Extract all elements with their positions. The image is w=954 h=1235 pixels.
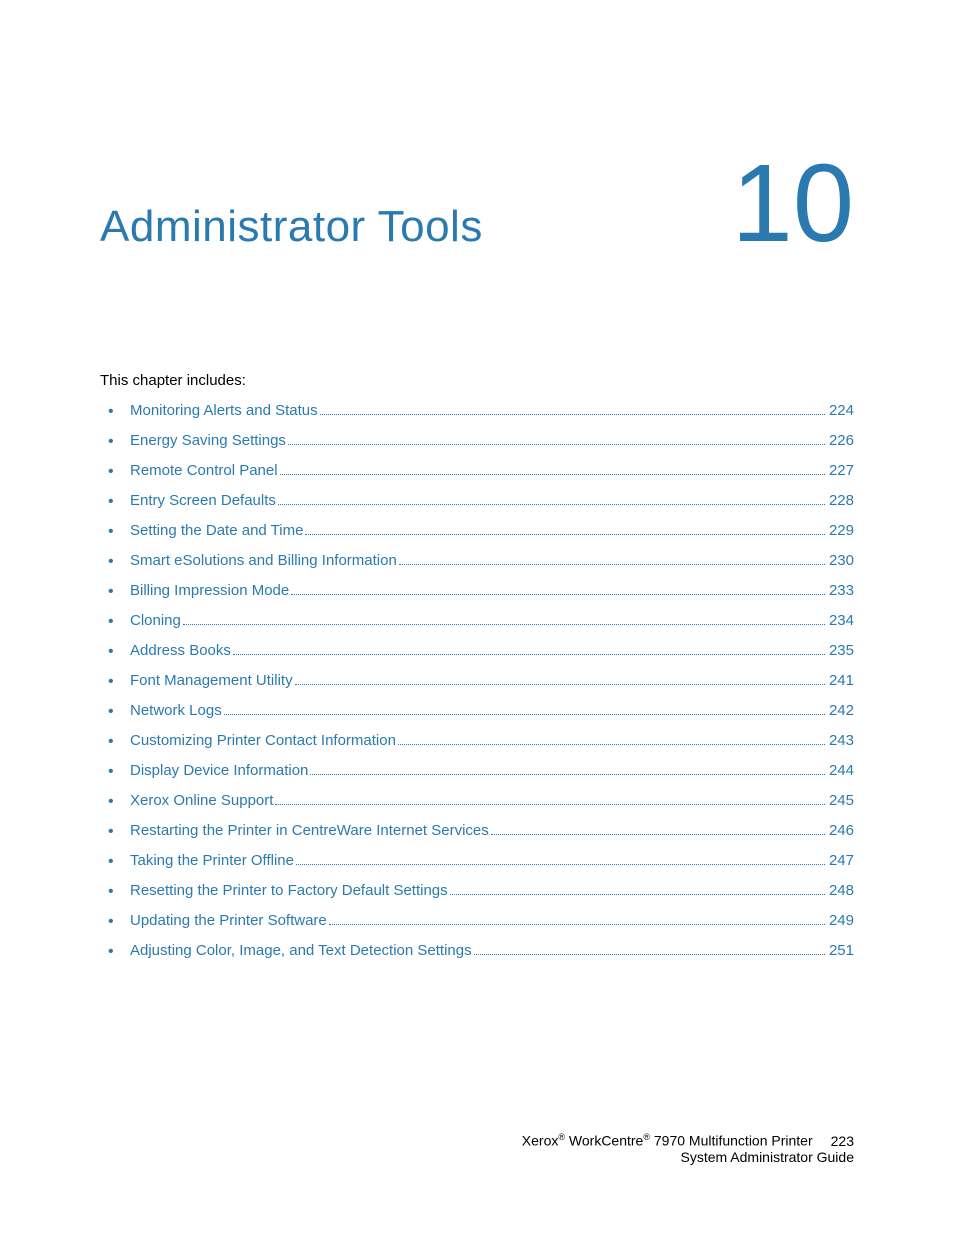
toc-page-number[interactable]: 244 [829, 759, 854, 783]
toc-leader [295, 684, 825, 685]
toc-link[interactable]: Adjusting Color, Image, and Text Detecti… [130, 939, 472, 963]
toc-item: Resetting the Printer to Factory Default… [100, 879, 854, 903]
toc-link[interactable]: Monitoring Alerts and Status [130, 399, 318, 423]
toc-leader [398, 744, 825, 745]
toc-page-number[interactable]: 230 [829, 549, 854, 573]
toc-link[interactable]: Xerox Online Support [130, 789, 273, 813]
toc-leader [329, 924, 825, 925]
toc-item: Xerox Online Support 245 [100, 789, 854, 813]
toc-item: Monitoring Alerts and Status 224 [100, 399, 854, 423]
toc-leader [320, 414, 825, 415]
toc-link[interactable]: Billing Impression Mode [130, 579, 289, 603]
toc-leader [288, 444, 825, 445]
toc-page-number[interactable]: 248 [829, 879, 854, 903]
toc-leader [233, 654, 825, 655]
toc-item: Restarting the Printer in CentreWare Int… [100, 819, 854, 843]
toc-item: Updating the Printer Software 249 [100, 909, 854, 933]
chapter-title: Administrator Tools [100, 202, 483, 252]
toc-item: Address Books 235 [100, 639, 854, 663]
toc-link[interactable]: Energy Saving Settings [130, 429, 286, 453]
toc-page-number[interactable]: 228 [829, 489, 854, 513]
toc-item: Network Logs 242 [100, 699, 854, 723]
toc-page-number[interactable]: 226 [829, 429, 854, 453]
toc-item: Adjusting Color, Image, and Text Detecti… [100, 939, 854, 963]
toc-link[interactable]: Address Books [130, 639, 231, 663]
toc-page-number[interactable]: 245 [829, 789, 854, 813]
toc-leader [275, 804, 825, 805]
toc-page-number[interactable]: 242 [829, 699, 854, 723]
toc-link[interactable]: Restarting the Printer in CentreWare Int… [130, 819, 489, 843]
toc-link[interactable]: Resetting the Printer to Factory Default… [130, 879, 448, 903]
toc-link[interactable]: Network Logs [130, 699, 222, 723]
toc-link[interactable]: Updating the Printer Software [130, 909, 327, 933]
chapter-intro: This chapter includes: [100, 372, 854, 389]
chapter-number: 10 [732, 160, 854, 248]
toc-leader [305, 534, 825, 535]
toc-page-number[interactable]: 249 [829, 909, 854, 933]
toc-leader [280, 474, 825, 475]
toc-page-number[interactable]: 246 [829, 819, 854, 843]
toc-item: Billing Impression Mode 233 [100, 579, 854, 603]
toc-page-number[interactable]: 247 [829, 849, 854, 873]
footer-subtitle: System Administrator Guide [522, 1149, 854, 1165]
toc-item: Customizing Printer Contact Information 2… [100, 729, 854, 753]
toc-item: Energy Saving Settings 226 [100, 429, 854, 453]
toc-item: Display Device Information 244 [100, 759, 854, 783]
footer-page-number: 223 [831, 1133, 854, 1149]
toc-link[interactable]: Smart eSolutions and Billing Information [130, 549, 397, 573]
toc-page-number[interactable]: 227 [829, 459, 854, 483]
page-footer: Xerox® WorkCentre® 7970 Multifunction Pr… [522, 1132, 854, 1165]
toc-page-number[interactable]: 251 [829, 939, 854, 963]
toc-leader [491, 834, 825, 835]
toc-link[interactable]: Setting the Date and Time [130, 519, 303, 543]
toc-link[interactable]: Font Management Utility [130, 669, 293, 693]
toc-link[interactable]: Taking the Printer Offline [130, 849, 294, 873]
table-of-contents: Monitoring Alerts and Status 224 Energy Sa… [100, 399, 854, 963]
toc-page-number[interactable]: 235 [829, 639, 854, 663]
toc-link[interactable]: Customizing Printer Contact Information [130, 729, 396, 753]
toc-item: Entry Screen Defaults 228 [100, 489, 854, 513]
toc-page-number[interactable]: 233 [829, 579, 854, 603]
toc-leader [310, 774, 825, 775]
toc-page-number[interactable]: 229 [829, 519, 854, 543]
toc-item: Font Management Utility 241 [100, 669, 854, 693]
toc-leader [278, 504, 825, 505]
toc-link[interactable]: Remote Control Panel [130, 459, 278, 483]
chapter-header: Administrator Tools 10 [100, 160, 854, 252]
toc-leader [450, 894, 825, 895]
toc-leader [183, 624, 825, 625]
toc-page-number[interactable]: 243 [829, 729, 854, 753]
toc-item: Setting the Date and Time 229 [100, 519, 854, 543]
toc-item: Cloning 234 [100, 609, 854, 633]
toc-item: Smart eSolutions and Billing Information… [100, 549, 854, 573]
toc-item: Remote Control Panel 227 [100, 459, 854, 483]
footer-product: Xerox® WorkCentre® 7970 Multifunction Pr… [522, 1132, 813, 1149]
toc-item: Taking the Printer Offline 247 [100, 849, 854, 873]
toc-leader [399, 564, 825, 565]
toc-leader [224, 714, 825, 715]
toc-link[interactable]: Cloning [130, 609, 181, 633]
toc-link[interactable]: Display Device Information [130, 759, 308, 783]
toc-leader [296, 864, 825, 865]
toc-page-number[interactable]: 241 [829, 669, 854, 693]
toc-leader [291, 594, 825, 595]
toc-link[interactable]: Entry Screen Defaults [130, 489, 276, 513]
toc-leader [474, 954, 825, 955]
toc-page-number[interactable]: 234 [829, 609, 854, 633]
toc-page-number[interactable]: 224 [829, 399, 854, 423]
